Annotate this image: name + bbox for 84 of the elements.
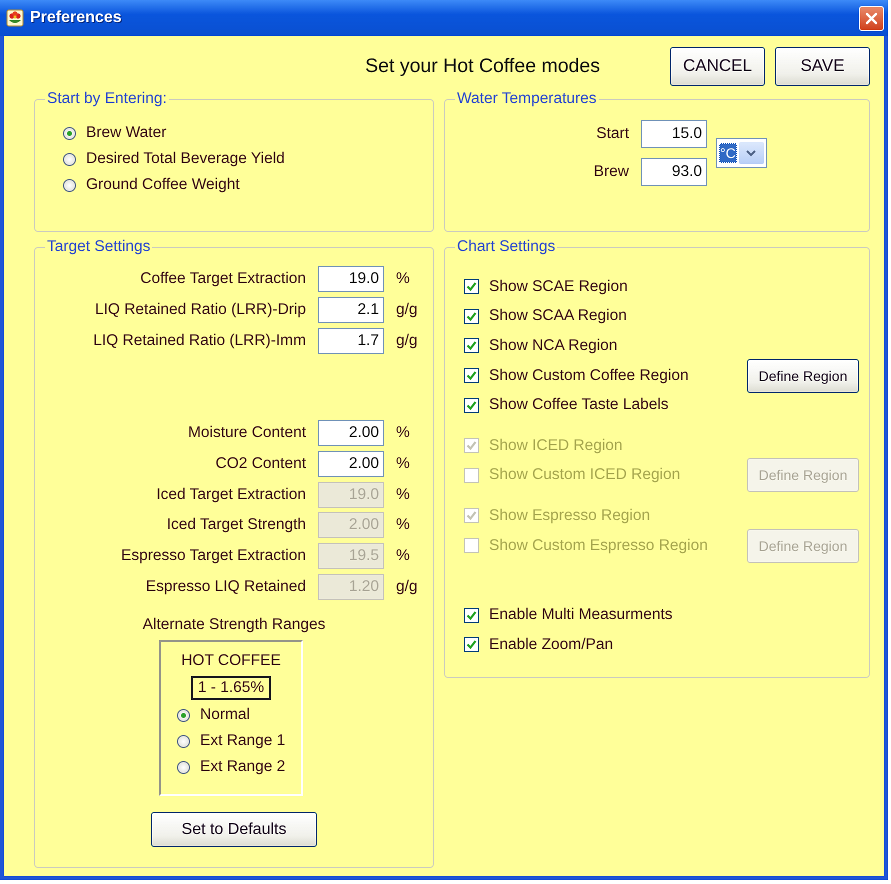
radio-button[interactable] bbox=[63, 178, 76, 192]
unit-label: % bbox=[396, 516, 411, 534]
check-icon bbox=[466, 370, 477, 382]
option-label: Ext Range 1 bbox=[200, 732, 286, 750]
button[interactable]: CANCEL bbox=[670, 46, 765, 86]
checkbox[interactable] bbox=[464, 338, 479, 354]
field-label: LIQ Retained Ratio (LRR)-Imm bbox=[92, 332, 306, 350]
checkbox[interactable] bbox=[464, 279, 479, 294]
field-label: Moisture Content bbox=[186, 424, 306, 442]
checkbox[interactable] bbox=[464, 637, 479, 652]
field-label: Iced Target Strength bbox=[166, 516, 306, 534]
group-title: Target Settings bbox=[46, 238, 152, 256]
check-icon bbox=[466, 610, 477, 621]
input-field[interactable]: 19.0 bbox=[318, 266, 384, 292]
group-title: Water Temperatures bbox=[456, 90, 598, 108]
field-label: Coffee Target Extraction bbox=[139, 270, 306, 288]
option-label: Show SCAA Region bbox=[489, 307, 628, 326]
option-label: Normal bbox=[200, 706, 250, 724]
check-icon bbox=[466, 340, 477, 352]
option-label: Show Coffee Taste Labels bbox=[489, 396, 670, 414]
input-field[interactable]: 2.00 bbox=[318, 420, 384, 446]
button[interactable]: SAVE bbox=[775, 46, 870, 86]
unit-label: % bbox=[396, 455, 411, 474]
option-label: Brew Water bbox=[86, 124, 166, 142]
unit-dropdown[interactable]: °C bbox=[716, 138, 767, 168]
radio-button[interactable] bbox=[177, 734, 190, 748]
app-icon bbox=[6, 9, 24, 27]
input-field[interactable]: 1.7 bbox=[318, 328, 384, 354]
check-icon bbox=[466, 281, 477, 292]
option-label: Show Custom Espresso Region bbox=[489, 536, 709, 555]
input-field[interactable]: 2.1 bbox=[318, 297, 384, 324]
unit-label: % bbox=[396, 424, 411, 442]
option-label: Show Espresso Region bbox=[489, 506, 652, 525]
radio-button[interactable] bbox=[177, 760, 190, 774]
check-icon bbox=[466, 400, 477, 411]
group-title: Start by Entering: bbox=[46, 90, 168, 108]
option-label: Ground Coffee Weight bbox=[86, 176, 240, 194]
field-label: CO2 Content bbox=[214, 455, 306, 474]
unit-label: g/g bbox=[396, 301, 419, 320]
range-value: 1 - 1.65% bbox=[190, 676, 272, 700]
option-label: Ext Range 2 bbox=[200, 758, 286, 776]
option-label: Show Custom ICED Region bbox=[489, 466, 682, 484]
field-label: LIQ Retained Ratio (LRR)-Drip bbox=[94, 301, 306, 320]
check-icon bbox=[466, 440, 477, 452]
close-icon bbox=[865, 12, 878, 24]
option-label: Show Custom Coffee Region bbox=[489, 366, 690, 385]
field-label: Espresso Target Extraction bbox=[120, 547, 306, 566]
unit-label: g/g bbox=[396, 332, 419, 350]
button[interactable]: Set to Defaults bbox=[151, 812, 317, 848]
field-label: Start bbox=[595, 125, 629, 143]
radio-button[interactable] bbox=[63, 152, 76, 166]
check-icon bbox=[466, 510, 477, 522]
option-label: Enable Zoom/Pan bbox=[489, 636, 614, 654]
check-icon bbox=[466, 639, 477, 650]
section-label: Alternate Strength Ranges bbox=[142, 616, 326, 634]
checkbox[interactable] bbox=[464, 368, 479, 384]
dialog-heading: Set your Hot Coffee modes bbox=[364, 54, 601, 78]
checkbox[interactable] bbox=[464, 398, 479, 413]
unit-label: % bbox=[396, 270, 411, 288]
option-label: Enable Multi Measurments bbox=[489, 606, 674, 624]
option-label: Desired Total Beverage Yield bbox=[86, 150, 285, 168]
window-title: Preferences bbox=[30, 9, 123, 27]
unit-label: g/g bbox=[396, 578, 419, 596]
input-field[interactable]: 15.0 bbox=[641, 120, 707, 148]
checkbox[interactable] bbox=[464, 308, 479, 324]
radio-button[interactable] bbox=[177, 708, 190, 722]
input-field[interactable]: 2.00 bbox=[318, 451, 384, 478]
option-label: Show SCAE Region bbox=[489, 278, 629, 296]
field-label: Brew bbox=[592, 163, 629, 181]
checkbox[interactable] bbox=[464, 608, 479, 623]
option-label: Show ICED Region bbox=[489, 436, 624, 455]
unit-label: % bbox=[396, 547, 411, 566]
panel-title: HOT COFFEE bbox=[181, 652, 281, 670]
field-label: Espresso LIQ Retained bbox=[144, 578, 306, 596]
option-label: Show NCA Region bbox=[489, 336, 618, 355]
input-field[interactable]: 93.0 bbox=[641, 158, 707, 186]
close-button[interactable] bbox=[859, 6, 884, 30]
group-title: Chart Settings bbox=[456, 238, 556, 256]
check-icon bbox=[466, 310, 477, 322]
unit-label: % bbox=[396, 486, 411, 504]
button[interactable]: Define Region bbox=[747, 358, 859, 393]
field-label: Iced Target Extraction bbox=[155, 486, 306, 504]
radio-button[interactable] bbox=[63, 126, 76, 140]
caret-icon bbox=[746, 150, 756, 156]
